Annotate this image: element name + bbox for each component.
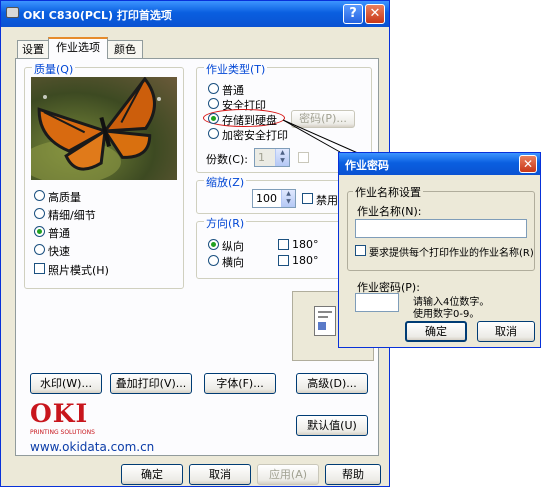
job-name-group-label: 作业名称设置 [353, 184, 423, 200]
dialog-cancel-button[interactable]: 取消 [477, 321, 535, 342]
job-name-field[interactable] [355, 219, 527, 238]
job-name-label: 作业名称(N): [357, 205, 422, 218]
password-hint-2: 使用数字0-9。 [413, 309, 480, 320]
tab-job-options[interactable]: 作业选项 [48, 37, 108, 59]
require-job-name-checkbox[interactable] [355, 245, 366, 256]
dialog-ok-button[interactable]: 确定 [405, 321, 467, 342]
dialog-title-bar: 作业密码 ✕ [339, 153, 540, 175]
dialog-title: 作业密码 [345, 159, 389, 172]
job-password-field[interactable] [355, 293, 399, 312]
dialog-close-button[interactable]: ✕ [519, 155, 537, 173]
require-job-name-label: 要求提供每个打印作业的作业名称(R) [369, 248, 534, 259]
job-password-dialog: 作业密码 ✕ 作业名称设置 作业名称(N): 要求提供每个打印作业的作业名称(R… [338, 152, 541, 348]
